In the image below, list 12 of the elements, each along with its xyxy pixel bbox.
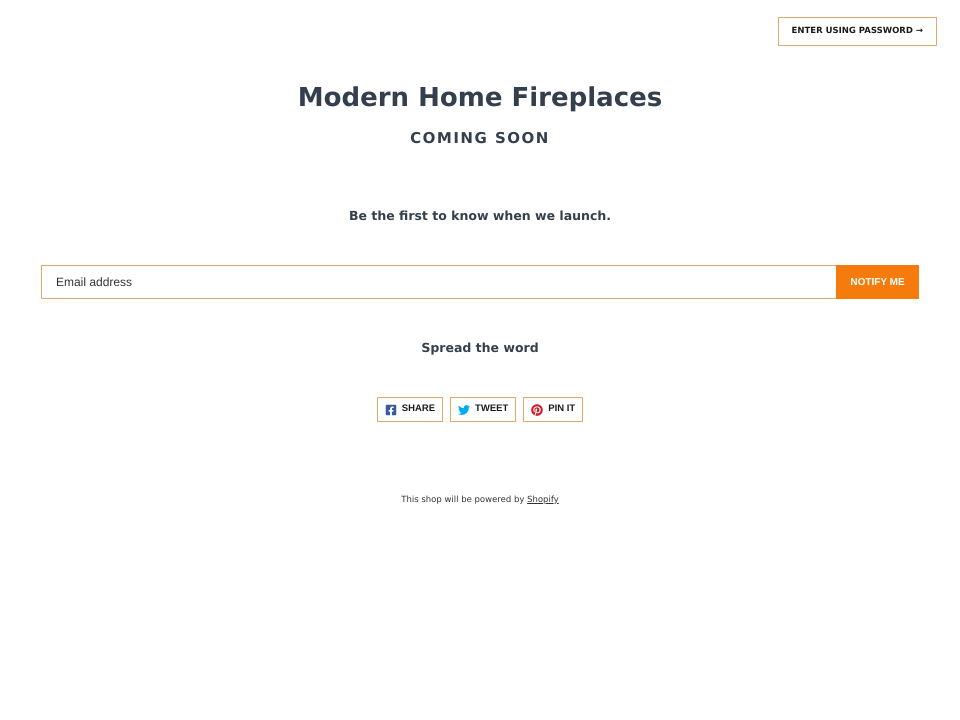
enter-password-button[interactable]: ENTER USING PASSWORD → <box>778 17 937 46</box>
bird-icon <box>458 404 470 416</box>
share-button[interactable]: SHARE <box>376 397 444 422</box>
share-button[interactable]: TWEET <box>450 397 516 422</box>
tagline-text: Be the first to know when we launch. <box>349 207 611 225</box>
page-title: Modern Home Fireplaces <box>298 82 662 115</box>
spread-word-heading: Spread the word <box>421 339 539 357</box>
powered-by-text: This shop will be powered by Shopify <box>401 494 559 506</box>
email-input-field[interactable]: Email address <box>41 265 836 299</box>
coming-soon-subtitle: COMING SOON <box>410 128 550 148</box>
share-button[interactable]: PIN IT <box>523 397 584 422</box>
shopify-link[interactable]: Shopify <box>527 495 559 505</box>
